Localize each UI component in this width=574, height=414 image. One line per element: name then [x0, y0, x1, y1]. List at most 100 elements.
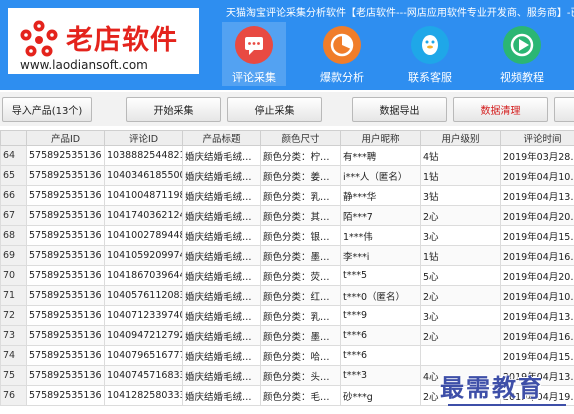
- cell-comment-time: 2019年04月15…: [500, 345, 574, 366]
- table-row[interactable]: 71 575892535136 1040576112083 婚庆结婚毛绒… 颜色分类：红…: [0, 285, 574, 306]
- cell-color-size: 颜色分类：柠…: [260, 145, 341, 166]
- cell-product-title: 婚庆结婚毛绒…: [182, 205, 261, 226]
- nav-contact-support[interactable]: 联系客服: [398, 22, 462, 86]
- cell-comment-time: 2019年03月28…: [500, 145, 574, 166]
- cell-comment-time: 2019年04月15…: [500, 225, 574, 246]
- nav-comment-collect[interactable]: 评论采集: [222, 22, 286, 86]
- cell-color-size: 颜色分类：哈…: [260, 345, 341, 366]
- more-button[interactable]: [554, 97, 574, 122]
- cell-comment-time: 2019年04月10…: [500, 285, 574, 306]
- cell-color-size: 颜色分类：荧…: [260, 265, 341, 286]
- cell-comment-id: 1041867039644: [104, 265, 183, 286]
- cell-user-nickname: t***3: [340, 365, 421, 386]
- table-row[interactable]: 64 575892535136 1038882544821 婚庆结婚毛绒… 颜色分类：柠…: [0, 145, 574, 166]
- cell-product-id: 575892535136: [26, 205, 105, 226]
- table-row[interactable]: 70 575892535136 1041867039644 婚庆结婚毛绒… 颜色分类：荧…: [0, 265, 574, 286]
- cell-product-id: 575892535136: [26, 365, 105, 386]
- cell-product-title: 婚庆结婚毛绒…: [182, 285, 261, 306]
- cell-user-level: [420, 345, 501, 366]
- cell-product-id: 575892535136: [26, 385, 105, 406]
- cell-user-level: 3心: [420, 225, 501, 246]
- cell-user-level: 1钻: [420, 165, 501, 186]
- cell-color-size: 颜色分类：墨…: [260, 325, 341, 346]
- column-header-user-nickname[interactable]: 用户昵称: [340, 130, 421, 146]
- table-row[interactable]: 72 575892535136 1040712339740 婚庆结婚毛绒… 颜色分类：乳…: [0, 305, 574, 326]
- cell-comment-time: 2019年04月13…: [500, 185, 574, 206]
- start-collect-button[interactable]: 开始采集: [126, 97, 221, 122]
- cell-row-number: 66: [0, 185, 27, 206]
- cell-product-id: 575892535136: [26, 145, 105, 166]
- cell-comment-id: 1041059209974: [104, 245, 183, 266]
- toolbar: 导入产品(13个) 开始采集 停止采集 数据导出 数据清理: [0, 92, 574, 126]
- cell-color-size: 颜色分类：红…: [260, 285, 341, 306]
- clear-data-button[interactable]: 数据清理: [453, 97, 548, 122]
- table-row[interactable]: 66 575892535136 1041004871198 婚庆结婚毛绒… 颜色分类：乳…: [0, 185, 574, 206]
- cell-user-level: 3钻: [420, 185, 501, 206]
- brand-url: www.laodiansoft.com: [20, 58, 148, 72]
- cell-user-level: 3心: [420, 305, 501, 326]
- table-row[interactable]: 74 575892535136 1040796516777 婚庆结婚毛绒… 颜色分类：哈…: [0, 345, 574, 366]
- table-row[interactable]: 73 575892535136 1040947212792 婚庆结婚毛绒… 颜色分类：墨…: [0, 325, 574, 346]
- cell-comment-id: 1040712339740: [104, 305, 183, 326]
- stop-collect-button[interactable]: 停止采集: [227, 97, 322, 122]
- import-products-button[interactable]: 导入产品(13个): [2, 97, 92, 122]
- nav-video-tutorial[interactable]: 视频教程: [490, 22, 554, 86]
- cell-comment-time: 2019年04月20…: [500, 205, 574, 226]
- export-data-button[interactable]: 数据导出: [352, 97, 447, 122]
- cell-product-title: 婚庆结婚毛绒…: [182, 325, 261, 346]
- cell-comment-id: 1041282580333: [104, 385, 183, 406]
- cell-product-title: 婚庆结婚毛绒…: [182, 305, 261, 326]
- cell-user-nickname: t***6: [340, 345, 421, 366]
- cell-product-id: 575892535136: [26, 285, 105, 306]
- cell-comment-id: 1040745716833: [104, 365, 183, 386]
- cell-comment-id: 1040346185500: [104, 165, 183, 186]
- column-header-comment-time[interactable]: 评论时间: [500, 130, 574, 146]
- cell-row-number: 73: [0, 325, 27, 346]
- cell-color-size: 颜色分类：墨…: [260, 245, 341, 266]
- column-header-row-number[interactable]: [0, 130, 27, 146]
- cell-user-nickname: t***6: [340, 325, 421, 346]
- cell-user-nickname: 有***聘: [340, 145, 421, 166]
- cell-comment-id: 1040947212792: [104, 325, 183, 346]
- column-header-color-size[interactable]: 颜色尺寸: [260, 130, 341, 146]
- cell-user-nickname: 1***伟: [340, 225, 421, 246]
- cell-color-size: 颜色分类：其…: [260, 205, 341, 226]
- cell-row-number: 70: [0, 265, 27, 286]
- column-header-user-level[interactable]: 用户级别: [420, 130, 501, 146]
- cell-row-number: 71: [0, 285, 27, 306]
- cell-color-size: 颜色分类：姜…: [260, 165, 341, 186]
- watermark: 最需教育: [440, 368, 574, 410]
- column-header-product-title[interactable]: 产品标题: [182, 130, 261, 146]
- table-row[interactable]: 69 575892535136 1041059209974 婚庆结婚毛绒… 颜色分类：墨…: [0, 245, 574, 266]
- nav-hot-analysis[interactable]: 爆款分析: [310, 22, 374, 86]
- table-row[interactable]: 68 575892535136 1041002789448 婚庆结婚毛绒… 颜色分类：银…: [0, 225, 574, 246]
- brand-logo: 老店软件 www.laodiansoft.com: [8, 8, 199, 74]
- table-row[interactable]: 67 575892535136 1041740362124 婚庆结婚毛绒… 颜色分类：其…: [0, 205, 574, 226]
- cell-row-number: 72: [0, 305, 27, 326]
- cell-user-nickname: t***0（匿名）: [340, 285, 421, 306]
- cell-comment-id: 1041004871198: [104, 185, 183, 206]
- chat-icon: [235, 26, 273, 64]
- cell-comment-time: 2019年04月20…: [500, 265, 574, 286]
- table-row[interactable]: 65 575892535136 1040346185500 婚庆结婚毛绒… 颜色分类：姜…: [0, 165, 574, 186]
- cell-product-id: 575892535136: [26, 185, 105, 206]
- cell-product-id: 575892535136: [26, 325, 105, 346]
- column-header-comment-id[interactable]: 评论ID: [104, 130, 183, 146]
- cell-product-title: 婚庆结婚毛绒…: [182, 365, 261, 386]
- cell-user-level: 5心: [420, 265, 501, 286]
- cell-user-nickname: t***5: [340, 265, 421, 286]
- cell-product-title: 婚庆结婚毛绒…: [182, 345, 261, 366]
- brand-flower-icon: [20, 20, 58, 57]
- cell-row-number: 64: [0, 145, 27, 166]
- cell-row-number: 75: [0, 365, 27, 386]
- cell-product-id: 575892535136: [26, 265, 105, 286]
- pie-chart-icon: [323, 26, 361, 64]
- play-icon: [503, 26, 541, 64]
- column-header-product-id[interactable]: 产品ID: [26, 130, 105, 146]
- cell-product-id: 575892535136: [26, 225, 105, 246]
- cell-product-title: 婚庆结婚毛绒…: [182, 145, 261, 166]
- cell-comment-time: 2019年04月10…: [500, 165, 574, 186]
- cell-product-id: 575892535136: [26, 345, 105, 366]
- cell-user-level: 2心: [420, 325, 501, 346]
- cell-row-number: 67: [0, 205, 27, 226]
